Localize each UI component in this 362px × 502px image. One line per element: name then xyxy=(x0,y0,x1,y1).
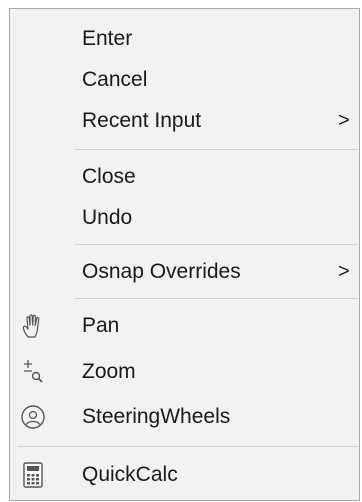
steering-wheel-icon xyxy=(20,404,46,430)
context-menu: Enter Cancel Recent Input > Close Undo O… xyxy=(9,8,360,501)
menu-separator xyxy=(75,244,358,245)
menu-item-label: Undo xyxy=(82,206,133,229)
menu-item-label: Enter xyxy=(82,27,133,50)
menu-item-close[interactable]: Close xyxy=(10,159,359,195)
menu-item-label: Pan xyxy=(82,314,120,337)
menu-item-label: SteeringWheels xyxy=(82,405,231,428)
menu-item-steeringwheels[interactable]: SteeringWheels xyxy=(10,399,359,435)
menu-item-label: Osnap Overrides xyxy=(82,260,241,283)
menu-item-label: QuickCalc xyxy=(82,463,178,486)
menu-item-undo[interactable]: Undo xyxy=(10,200,359,236)
menu-item-osnap-overrides[interactable]: Osnap Overrides > xyxy=(10,254,359,290)
menu-separator xyxy=(18,446,358,447)
menu-item-label: Close xyxy=(82,165,136,188)
menu-item-pan[interactable]: Pan xyxy=(10,308,359,344)
menu-item-recent-input[interactable]: Recent Input > xyxy=(10,103,359,139)
menu-item-label: Zoom xyxy=(82,360,136,383)
submenu-arrow-icon: > xyxy=(338,109,350,132)
menu-item-zoom[interactable]: Zoom xyxy=(10,354,359,390)
menu-item-quickcalc[interactable]: QuickCalc xyxy=(10,457,359,493)
zoom-icon xyxy=(20,359,46,385)
calculator-icon xyxy=(20,462,46,488)
submenu-arrow-icon: > xyxy=(338,260,350,283)
menu-item-cancel[interactable]: Cancel xyxy=(10,62,359,98)
menu-separator xyxy=(75,149,358,150)
menu-separator xyxy=(75,298,358,299)
menu-item-label: Recent Input xyxy=(82,109,202,132)
menu-item-label: Cancel xyxy=(82,68,148,91)
menu-item-enter[interactable]: Enter xyxy=(10,21,359,57)
hand-icon xyxy=(20,313,46,339)
